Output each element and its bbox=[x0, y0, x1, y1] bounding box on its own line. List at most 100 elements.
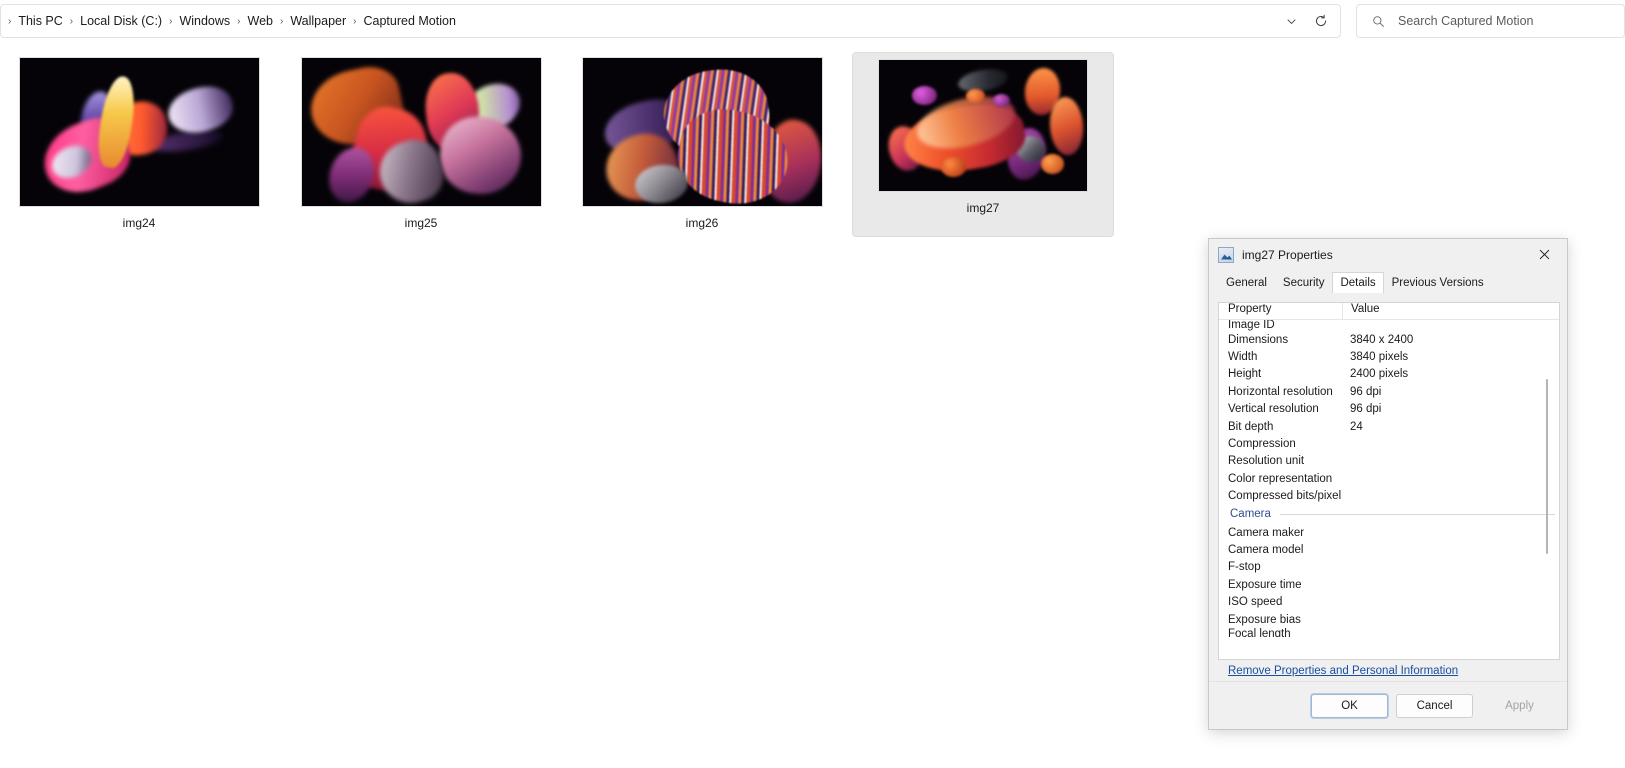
file-item-img27[interactable]: img27 bbox=[852, 52, 1114, 237]
property-name: Exposure time bbox=[1228, 578, 1302, 591]
breadcrumb-item-local-disk-c[interactable]: Local Disk (C:) bbox=[75, 10, 167, 32]
file-label: img27 bbox=[966, 201, 1000, 215]
property-list-scrollbar[interactable] bbox=[1545, 320, 1549, 659]
property-row[interactable]: Bit depth 24 bbox=[1219, 418, 1559, 435]
thumbnail-art bbox=[879, 60, 1087, 191]
property-name: Compression bbox=[1228, 438, 1296, 451]
property-name: Vertical resolution bbox=[1228, 403, 1319, 416]
property-row[interactable]: Focal length bbox=[1219, 628, 1559, 637]
breadcrumb-item-wallpaper[interactable]: Wallpaper bbox=[285, 10, 351, 32]
chevron-down-icon[interactable] bbox=[1277, 6, 1305, 36]
property-row[interactable]: Camera model bbox=[1219, 541, 1559, 558]
property-name: Bit depth bbox=[1228, 420, 1274, 433]
property-row[interactable]: Height 2400 pixels bbox=[1219, 366, 1559, 383]
breadcrumb-separator-2: › bbox=[169, 15, 173, 27]
property-name: Height bbox=[1228, 368, 1262, 381]
breadcrumb-item-captured-motion[interactable]: Captured Motion bbox=[359, 10, 461, 32]
ok-button[interactable]: OK bbox=[1311, 693, 1388, 718]
column-header-property: Property bbox=[1228, 303, 1272, 315]
property-row[interactable]: Resolution unit bbox=[1219, 453, 1559, 470]
thumbnail-img24 bbox=[18, 57, 260, 207]
thumbnail-img25 bbox=[300, 57, 542, 207]
property-row[interactable]: Horizontal resolution 96 dpi bbox=[1219, 383, 1559, 400]
property-row[interactable]: ISO speed bbox=[1219, 593, 1559, 610]
property-name: Horizontal resolution bbox=[1228, 385, 1333, 398]
explorer-toolbar: › This PC › Local Disk (C:) › Windows › … bbox=[0, 0, 1625, 41]
tab-details[interactable]: Details bbox=[1332, 272, 1384, 293]
property-row[interactable]: Compression bbox=[1219, 435, 1559, 452]
tab-security[interactable]: Security bbox=[1275, 272, 1333, 293]
details-panel: Property Value Image ID Dimensions 3840 x … bbox=[1218, 302, 1560, 660]
thumbnail-art bbox=[20, 58, 259, 206]
property-row[interactable]: Exposure time bbox=[1219, 576, 1559, 593]
property-name: Compressed bits/pixel bbox=[1228, 490, 1342, 503]
dialog-footer: OK Cancel Apply bbox=[1209, 681, 1567, 729]
property-value: 96 dpi bbox=[1350, 385, 1382, 398]
breadcrumb-item-windows[interactable]: Windows bbox=[174, 10, 235, 32]
property-rows: Image ID Dimensions 3840 x 2400 Width 3840 p… bbox=[1219, 320, 1559, 637]
property-name: Resolution unit bbox=[1228, 455, 1305, 468]
property-name: Exposure bias bbox=[1228, 613, 1301, 626]
property-value: 2400 pixels bbox=[1350, 368, 1409, 381]
property-list[interactable]: Property Value Image ID Dimensions 3840 x … bbox=[1219, 303, 1559, 659]
property-value: 96 dpi bbox=[1350, 403, 1382, 416]
breadcrumb-separator-3: › bbox=[237, 15, 241, 27]
property-row[interactable]: F-stop bbox=[1219, 559, 1559, 576]
property-name: F-stop bbox=[1228, 561, 1261, 574]
breadcrumb-separator-4: › bbox=[280, 15, 284, 27]
close-icon[interactable] bbox=[1522, 239, 1567, 270]
breadcrumb: › This PC › Local Disk (C:) › Windows › … bbox=[1, 5, 1277, 37]
image-file-icon bbox=[1218, 246, 1234, 263]
column-header-value: Value bbox=[1342, 303, 1559, 319]
file-label: img25 bbox=[404, 216, 438, 230]
property-name: Dimensions bbox=[1228, 333, 1289, 346]
search-box[interactable] bbox=[1356, 4, 1625, 38]
file-item-img24[interactable]: img24 bbox=[8, 51, 270, 236]
dialog-titlebar[interactable]: img27 Properties bbox=[1209, 239, 1567, 270]
tab-general[interactable]: General bbox=[1218, 272, 1275, 293]
apply-button: Apply bbox=[1481, 693, 1558, 718]
file-label: img24 bbox=[122, 216, 156, 230]
property-name: Camera maker bbox=[1228, 526, 1305, 539]
remove-properties-link[interactable]: Remove Properties and Personal Informati… bbox=[1228, 665, 1458, 677]
address-bar[interactable]: › This PC › Local Disk (C:) › Windows › … bbox=[0, 4, 1341, 38]
file-item-img25[interactable]: img25 bbox=[290, 51, 552, 236]
breadcrumb-item-web[interactable]: Web bbox=[243, 10, 278, 32]
property-value: 24 bbox=[1350, 420, 1363, 433]
property-row[interactable]: Color representation bbox=[1219, 470, 1559, 487]
property-value: 3840 pixels bbox=[1350, 351, 1409, 364]
file-item-img26[interactable]: img26 bbox=[571, 51, 833, 236]
tab-previous-versions[interactable]: Previous Versions bbox=[1384, 272, 1492, 293]
property-row[interactable]: Image ID bbox=[1219, 320, 1559, 331]
breadcrumb-separator-1: › bbox=[69, 15, 74, 27]
section-divider bbox=[1279, 513, 1555, 515]
file-label: img26 bbox=[685, 216, 719, 230]
property-name: Color representation bbox=[1228, 472, 1333, 485]
property-row[interactable]: Compressed bits/pixel bbox=[1219, 488, 1559, 505]
property-row[interactable]: Camera maker bbox=[1219, 524, 1559, 541]
breadcrumb-separator-leading: › bbox=[8, 15, 12, 27]
breadcrumb-item-this-pc[interactable]: This PC bbox=[13, 10, 67, 32]
property-section-header: Camera bbox=[1219, 505, 1559, 524]
property-row[interactable]: Vertical resolution 96 dpi bbox=[1219, 401, 1559, 418]
property-row[interactable]: Width 3840 pixels bbox=[1219, 348, 1559, 365]
scrollbar-thumb[interactable] bbox=[1546, 379, 1548, 554]
section-label: Camera bbox=[1230, 508, 1271, 521]
property-name: Width bbox=[1228, 351, 1258, 364]
property-row[interactable]: Exposure bias bbox=[1219, 611, 1559, 628]
property-list-header: Property Value bbox=[1219, 303, 1559, 320]
thumbnail-art bbox=[302, 58, 541, 206]
dialog-title: img27 Properties bbox=[1242, 247, 1333, 262]
properties-dialog: img27 Properties General Security Detail… bbox=[1208, 238, 1568, 730]
search-input[interactable] bbox=[1396, 9, 1606, 33]
cancel-button[interactable]: Cancel bbox=[1396, 693, 1473, 718]
property-value: 3840 x 2400 bbox=[1350, 333, 1414, 346]
refresh-icon[interactable] bbox=[1305, 6, 1337, 36]
breadcrumb-separator-5: › bbox=[353, 15, 357, 27]
thumbnail-img26 bbox=[581, 57, 823, 207]
dialog-tab-bar: General Security Details Previous Versio… bbox=[1218, 270, 1567, 293]
property-row[interactable]: Dimensions 3840 x 2400 bbox=[1219, 331, 1559, 348]
property-name: Camera model bbox=[1228, 543, 1304, 556]
thumbnail-art bbox=[583, 58, 822, 206]
property-name: Focal length bbox=[1228, 628, 1291, 638]
